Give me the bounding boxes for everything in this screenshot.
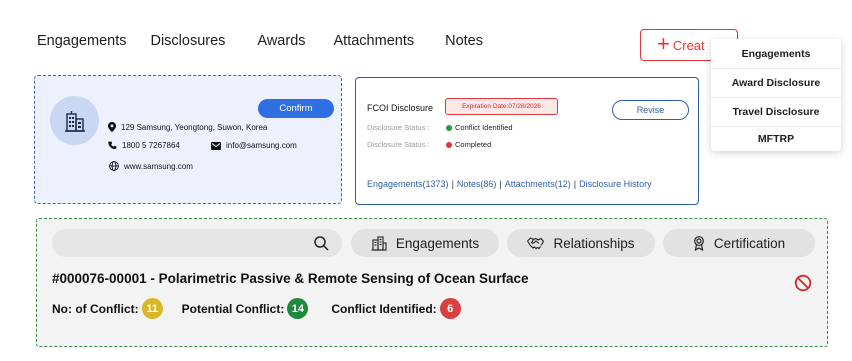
plus-icon: + xyxy=(657,31,670,56)
phone-icon xyxy=(108,141,117,149)
award-icon xyxy=(693,235,704,251)
address-text: 129 Samsung, Yeongtong, Suwon, Korea xyxy=(121,122,268,132)
email-row: info@samsung.com xyxy=(211,141,297,150)
globe-icon xyxy=(109,161,119,171)
ban-icon[interactable] xyxy=(794,274,812,292)
fcoi-title: FCOI Disclosure xyxy=(367,103,434,113)
confirm-button[interactable]: Confirm xyxy=(258,99,334,118)
website-link[interactable]: www.samsung.com xyxy=(124,162,193,171)
count-potential-conflict: Potential Conflict: 14 xyxy=(182,298,309,319)
link-disclosure-history[interactable]: Disclosure History xyxy=(579,179,652,189)
company-avatar xyxy=(50,96,99,145)
count-conflict-identified: Conflict Identified: 6 xyxy=(331,298,461,319)
revise-button[interactable]: Revise xyxy=(612,100,689,120)
tab-relationships-label: Relationships xyxy=(553,235,635,251)
mail-icon xyxy=(211,141,221,150)
count-label: No: of Conflict: xyxy=(52,301,139,316)
link-separator: | xyxy=(499,179,502,189)
count-no-of-conflict: No: of Conflict: 11 xyxy=(52,298,163,319)
nav-item-notes[interactable]: Notes xyxy=(445,33,483,49)
fcoi-links: Engagements(1373) | Notes(86) | Attachme… xyxy=(367,179,652,189)
menu-item-award-disclosure[interactable]: Award Disclosure xyxy=(711,69,841,98)
tab-engagements-label: Engagements xyxy=(395,235,480,251)
status-dot-red-icon xyxy=(446,141,452,148)
building-icon xyxy=(64,110,85,132)
conflict-counts: No: of Conflict: 11 Potential Conflict: … xyxy=(52,298,461,319)
status-value: Conflict Identified xyxy=(455,123,513,132)
tab-relationships[interactable]: Relationships xyxy=(507,229,655,257)
menu-item-travel-disclosure[interactable]: Travel Disclosure xyxy=(711,98,841,127)
fcoi-disclosure-card: FCOI Disclosure Expiration Date:07/28/20… xyxy=(355,77,699,205)
nav-item-engagements[interactable]: Engagements xyxy=(37,33,126,49)
nav-item-awards[interactable]: Awards xyxy=(257,33,305,49)
link-separator: | xyxy=(451,179,454,189)
create-dropdown-menu: Engagements Award Disclosure Travel Disc… xyxy=(711,39,841,151)
status-dot-green-icon xyxy=(446,124,452,131)
expiration-badge: Expiration Date:07/28/2026 xyxy=(445,98,558,115)
disclosure-status-row: Disclosure Status : Conflict Identified xyxy=(367,123,513,132)
link-attachments[interactable]: Attachments(12) xyxy=(505,179,571,189)
count-label: Potential Conflict: xyxy=(181,301,285,316)
top-nav: Engagements Disclosures Awards Attachmen… xyxy=(37,33,483,49)
search-input[interactable] xyxy=(52,229,342,257)
status-label: Disclosure Status : xyxy=(367,123,430,132)
menu-item-mftrp[interactable]: MFTRP xyxy=(711,127,841,151)
nav-item-attachments[interactable]: Attachments xyxy=(334,33,415,49)
status-value: Completed xyxy=(455,140,492,149)
location-pin-icon xyxy=(108,122,116,132)
create-button-label: Creat xyxy=(672,37,705,53)
menu-item-engagements[interactable]: Engagements xyxy=(711,39,841,69)
link-separator: | xyxy=(573,179,577,189)
phone-row: 1800 5 7267864 xyxy=(108,141,180,150)
link-notes[interactable]: Notes(86) xyxy=(457,179,497,189)
count-badge: 11 xyxy=(141,298,163,319)
company-card: Confirm 129 Samsung, Yeongtong, Suwon, K… xyxy=(34,75,342,204)
city-icon xyxy=(371,236,387,251)
project-title: #000076-00001 - Polarimetric Passive & R… xyxy=(52,271,529,286)
email-link[interactable]: info@samsung.com xyxy=(226,141,297,150)
tab-engagements[interactable]: Engagements xyxy=(351,229,499,257)
tab-certification[interactable]: Certification xyxy=(663,229,815,257)
tab-certification-label: Certification xyxy=(713,235,786,251)
search-icon[interactable] xyxy=(314,236,329,251)
phone-text: 1800 5 7267864 xyxy=(122,141,180,150)
nav-item-disclosures[interactable]: Disclosures xyxy=(150,33,225,49)
link-engagements[interactable]: Engagements(1373) xyxy=(367,179,449,189)
status-label: Disclosure Status : xyxy=(367,140,430,149)
count-label: Conflict Identified: xyxy=(331,301,437,316)
website-row: www.samsung.com xyxy=(109,161,193,171)
count-badge: 14 xyxy=(287,298,309,319)
count-badge: 6 xyxy=(439,298,461,319)
project-panel: Engagements Relationships Certification … xyxy=(36,218,828,347)
address-row: 129 Samsung, Yeongtong, Suwon, Korea xyxy=(108,122,267,132)
handshake-icon xyxy=(527,237,545,250)
disclosure-status-row: Disclosure Status : Completed xyxy=(367,140,491,149)
